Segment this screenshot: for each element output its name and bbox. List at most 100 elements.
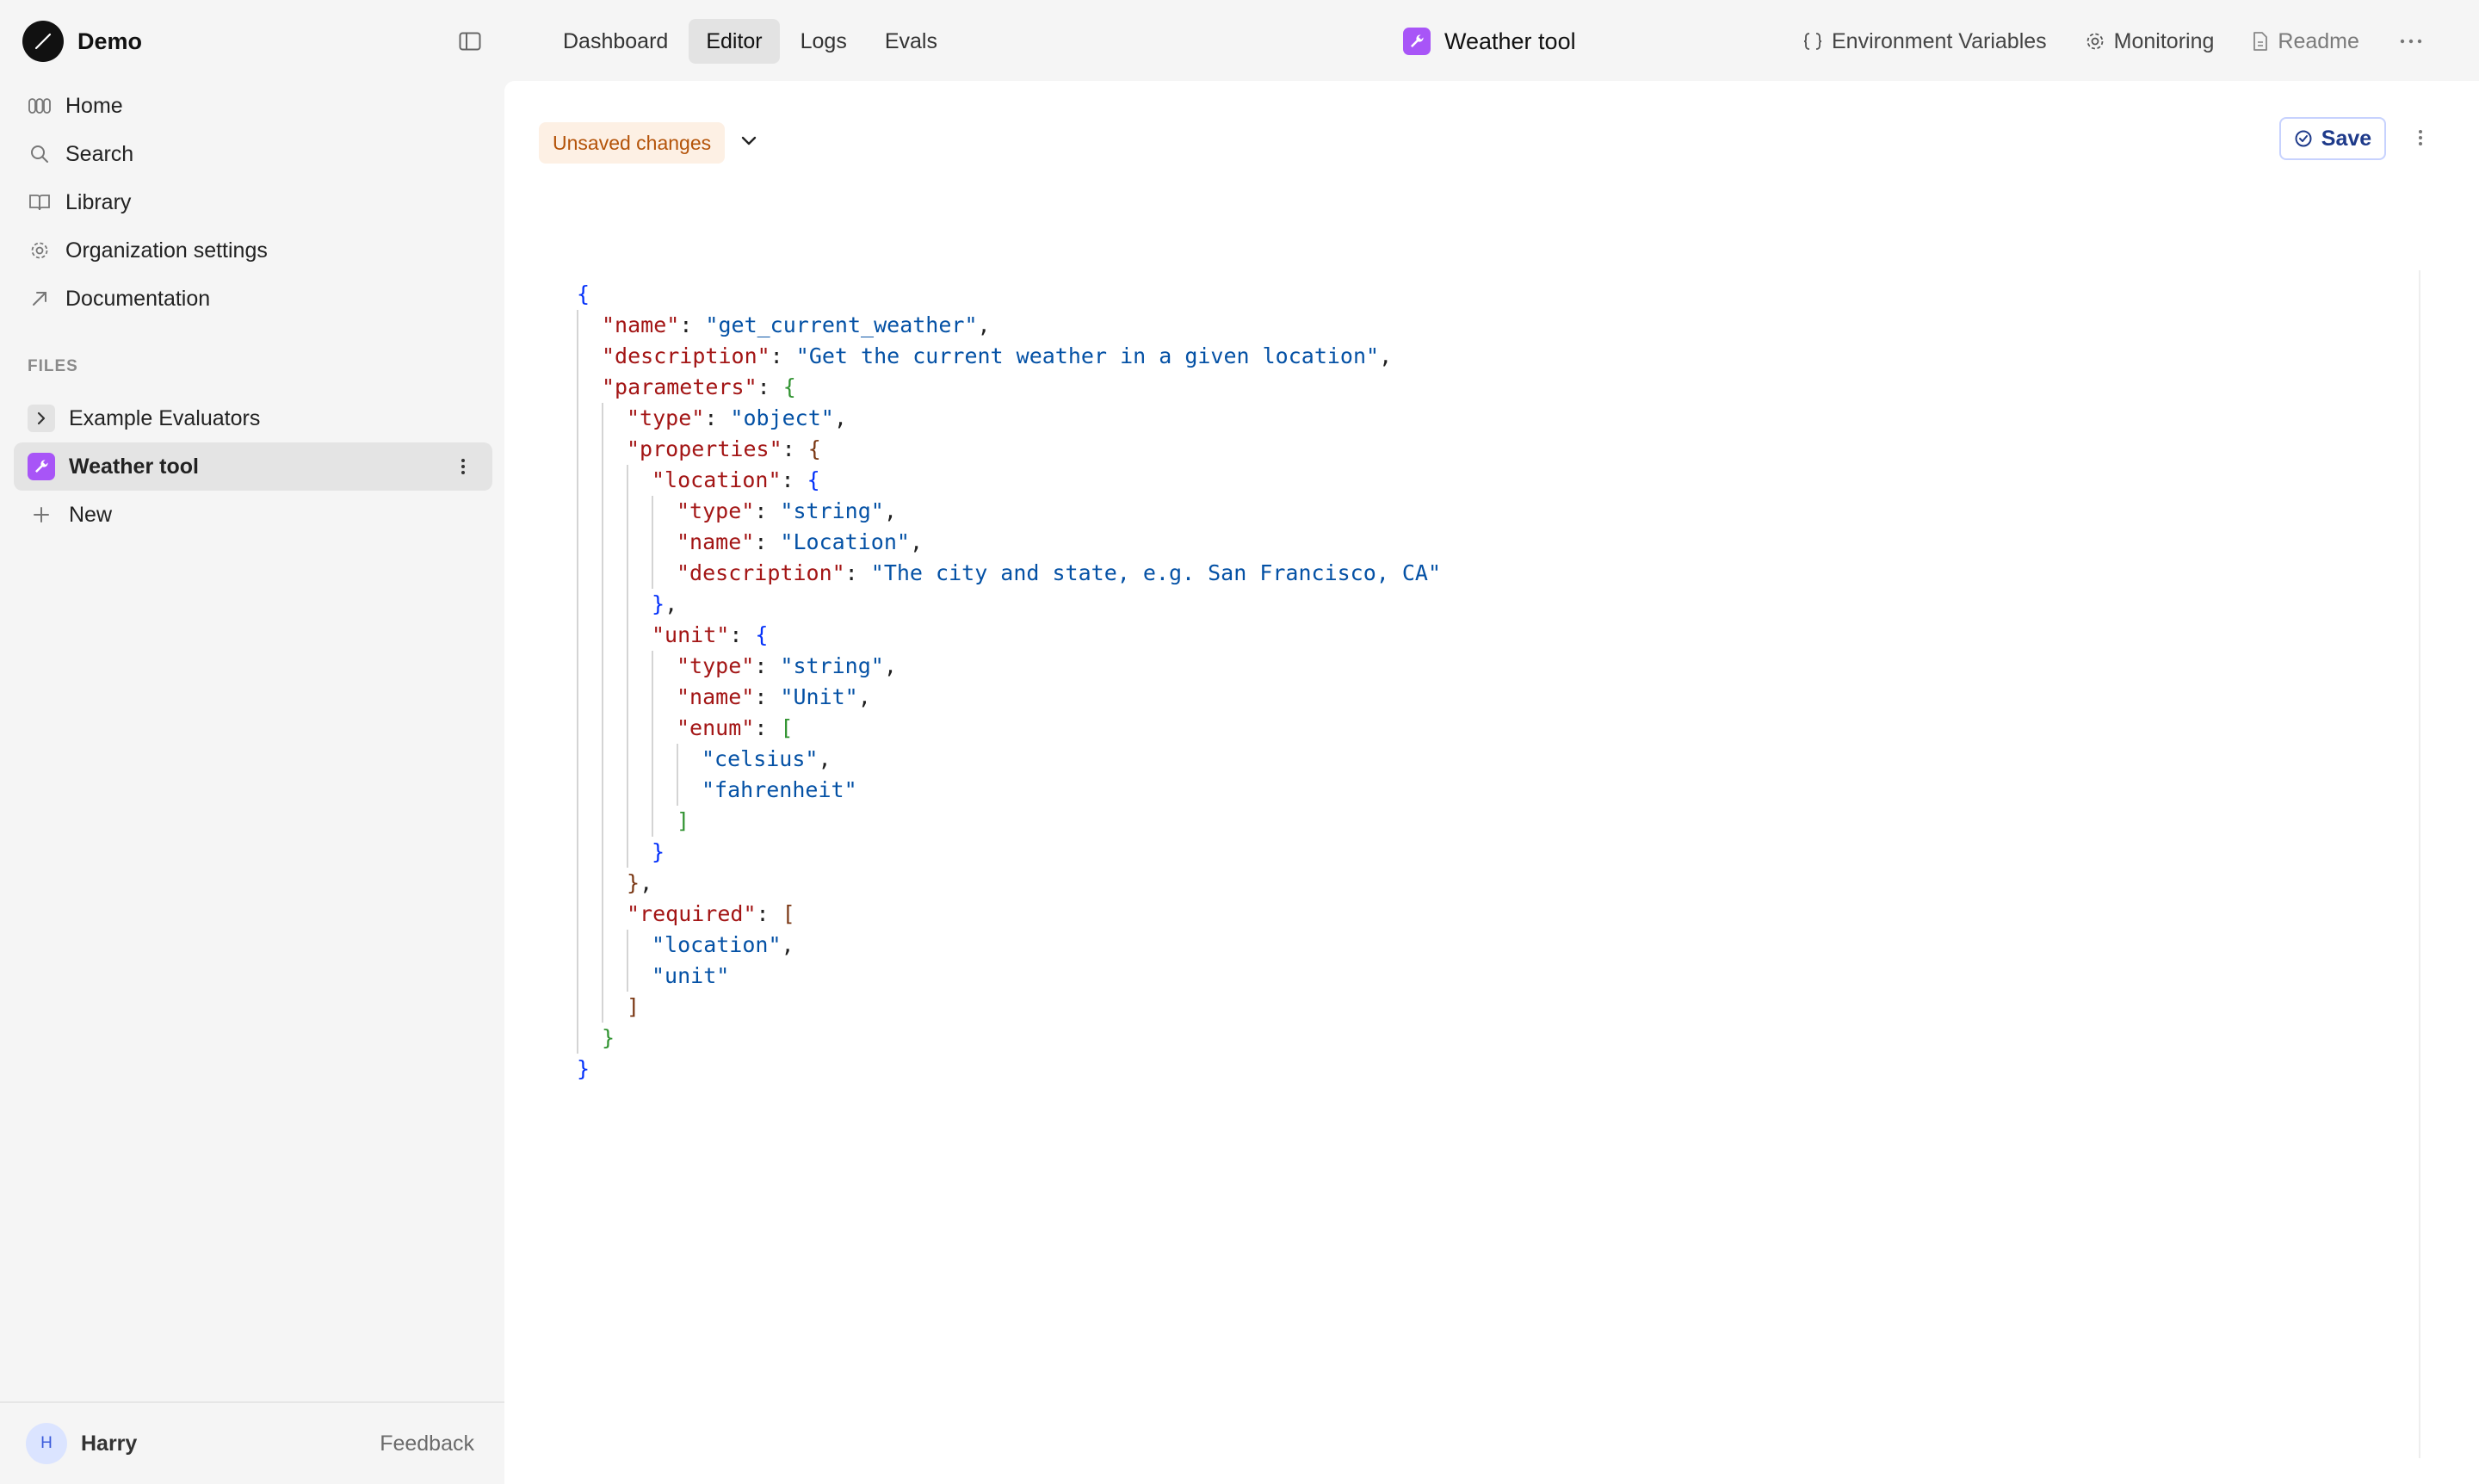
code-line[interactable]: "unit": {	[577, 620, 2384, 651]
code-line[interactable]: "description": "Get the current weather …	[577, 341, 2384, 372]
gear-icon	[28, 238, 52, 263]
code-line[interactable]: ]	[577, 806, 2384, 837]
chevron-right-icon[interactable]	[28, 405, 55, 432]
environment-variables-button[interactable]: Environment Variables	[1802, 29, 2047, 54]
code-line-content: "properties": {	[577, 436, 821, 461]
indent-guide	[627, 930, 628, 961]
code-token: "string"	[780, 498, 884, 523]
indent-guide	[627, 744, 628, 775]
code-line[interactable]: "name": "Unit",	[577, 682, 2384, 713]
workspace-switcher[interactable]: Demo	[22, 21, 142, 62]
code-line[interactable]: "location": {	[577, 465, 2384, 496]
code-line-content: "location": {	[577, 467, 820, 492]
sidebar-item-documentation[interactable]: Documentation	[14, 275, 492, 323]
monitoring-label: Monitoring	[2113, 28, 2215, 53]
code-line[interactable]: "enum": [	[577, 713, 2384, 744]
code-line[interactable]: "unit"	[577, 961, 2384, 992]
sidebar-item-home[interactable]: Home	[14, 82, 492, 130]
code-line-content: "fahrenheit"	[577, 777, 857, 802]
tab-editor[interactable]: Editor	[689, 19, 780, 64]
code-line-content: "name": "Location",	[577, 529, 923, 554]
code-line[interactable]: "name": "get_current_weather",	[577, 310, 2384, 341]
code-line[interactable]: },	[577, 868, 2384, 899]
code-line-content: "description": "The city and state, e.g.…	[577, 560, 1441, 585]
file-item-weather-tool[interactable]: Weather tool	[14, 442, 492, 491]
code-editor[interactable]: {"name": "get_current_weather", "descript…	[577, 279, 2384, 1085]
sidebar-item-library[interactable]: Library	[14, 178, 492, 226]
indent-guide	[577, 744, 578, 775]
code-line[interactable]: }	[577, 1054, 2384, 1085]
save-button[interactable]: Save	[2279, 117, 2386, 160]
code-token: {	[755, 622, 769, 647]
user-name[interactable]: Harry	[81, 1431, 137, 1456]
editor-scrollbar[interactable]	[2419, 270, 2420, 1458]
indent-guide	[577, 682, 578, 713]
code-token: ,	[909, 529, 923, 554]
code-token: "type"	[627, 405, 705, 430]
chevron-down-icon[interactable]	[735, 127, 763, 155]
code-token: "type"	[677, 498, 755, 523]
avatar[interactable]: H	[26, 1423, 67, 1464]
code-line[interactable]: "type": "string",	[577, 651, 2384, 682]
code-token: "type"	[677, 653, 755, 678]
indent-guide	[602, 868, 603, 899]
code-line[interactable]: "properties": {	[577, 434, 2384, 465]
file-item-label: New	[69, 502, 113, 527]
code-line-content: {	[577, 281, 590, 306]
code-token: }	[652, 591, 665, 616]
indent-guide	[602, 837, 603, 868]
file-options-kebab-icon[interactable]	[449, 453, 477, 480]
tab-evals[interactable]: Evals	[868, 19, 955, 64]
code-line[interactable]: "description": "The city and state, e.g.…	[577, 558, 2384, 589]
code-token: :	[729, 622, 756, 647]
indent-guide	[627, 589, 628, 620]
readme-button[interactable]: Readme	[2252, 29, 2359, 54]
code-line[interactable]: }	[577, 1023, 2384, 1054]
document-icon	[2252, 31, 2269, 52]
tab-logs[interactable]: Logs	[783, 19, 864, 64]
indent-guide	[577, 620, 578, 651]
code-line[interactable]: "required": [	[577, 899, 2384, 930]
code-token: :	[754, 498, 781, 523]
indent-guide	[602, 992, 603, 1023]
indent-guide	[627, 961, 628, 992]
new-file-button[interactable]: New	[14, 491, 492, 539]
editor-options-kebab-icon[interactable]	[2407, 124, 2434, 151]
code-token: "location"	[652, 467, 782, 492]
code-token: :	[782, 436, 808, 461]
unsaved-changes-badge: Unsaved changes	[539, 122, 726, 164]
code-line[interactable]: }	[577, 837, 2384, 868]
indent-guide	[677, 744, 678, 775]
code-line[interactable]: "parameters": {	[577, 372, 2384, 403]
code-line[interactable]: "type": "string",	[577, 496, 2384, 527]
sidebar-item-search[interactable]: Search	[14, 130, 492, 178]
code-token: "unit"	[652, 963, 730, 988]
indent-guide	[577, 434, 578, 465]
indent-guide	[652, 744, 653, 775]
code-line[interactable]: "type": "object",	[577, 403, 2384, 434]
indent-guide	[602, 775, 603, 806]
code-line[interactable]: "name": "Location",	[577, 527, 2384, 558]
sidebar-toggle-icon[interactable]	[456, 28, 484, 55]
code-line[interactable]: "celsius",	[577, 744, 2384, 775]
sidebar-item-label: Library	[65, 189, 132, 214]
file-item-example-evaluators[interactable]: Example Evaluators	[14, 394, 492, 442]
code-line[interactable]: "location",	[577, 930, 2384, 961]
indent-guide	[577, 341, 578, 372]
code-line[interactable]: },	[577, 589, 2384, 620]
monitoring-button[interactable]: Monitoring	[2085, 28, 2215, 54]
feedback-link[interactable]: Feedback	[380, 1431, 474, 1456]
code-token: }	[627, 870, 640, 895]
code-line[interactable]: ]	[577, 992, 2384, 1023]
external-arrow-icon	[28, 287, 52, 311]
indent-guide	[577, 651, 578, 682]
code-line[interactable]: {	[577, 279, 2384, 310]
sidebar-item-organization-settings[interactable]: Organization settings	[14, 226, 492, 275]
more-options-icon[interactable]	[2397, 28, 2425, 55]
tab-dashboard[interactable]: Dashboard	[546, 19, 685, 64]
code-token: "enum"	[677, 715, 755, 740]
code-line[interactable]: "fahrenheit"	[577, 775, 2384, 806]
code-line-content: ]	[577, 808, 689, 833]
indent-guide	[602, 713, 603, 744]
home-icon	[28, 94, 52, 118]
